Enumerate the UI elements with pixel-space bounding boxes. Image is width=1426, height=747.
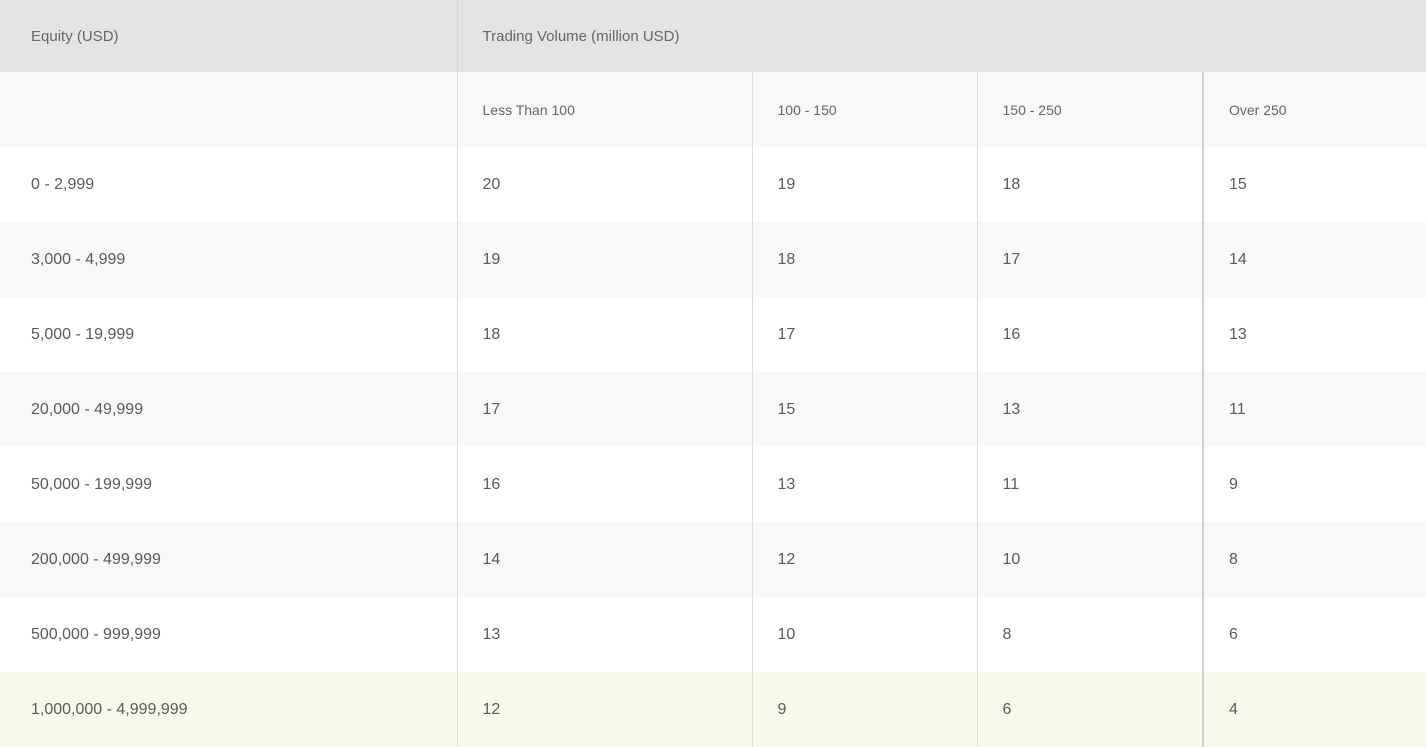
equity-range-cell: 500,000 - 999,999: [0, 597, 457, 672]
value-cell: 18: [751, 222, 977, 297]
volume-subheader-row: Less Than 100 100 - 150 150 - 250 Over 2…: [0, 72, 1426, 147]
value-cell: 4: [1201, 672, 1426, 747]
equity-header: Equity (USD): [0, 0, 457, 72]
table-row: 3,000 - 4,999 19 18 17 14: [0, 222, 1426, 297]
value-cell: 6: [1201, 597, 1426, 672]
equity-range-cell: 0 - 2,999: [0, 147, 457, 222]
table-row: 20,000 - 49,999 17 15 13 11: [0, 372, 1426, 447]
value-cell: 10: [751, 597, 977, 672]
value-cell: 16: [456, 447, 752, 522]
value-cell: 17: [976, 222, 1203, 297]
value-cell: 19: [456, 222, 752, 297]
value-cell: 11: [1201, 372, 1426, 447]
value-cell: 17: [751, 297, 977, 372]
equity-range-cell: 20,000 - 49,999: [0, 372, 457, 447]
value-cell: 13: [456, 597, 752, 672]
table-row: 500,000 - 999,999 13 10 8 6: [0, 597, 1426, 672]
value-cell: 13: [976, 372, 1203, 447]
value-cell: 8: [1201, 522, 1426, 597]
subheader-empty-cell: [0, 72, 457, 147]
volume-column-header: Less Than 100: [456, 72, 752, 147]
value-cell: 15: [751, 372, 977, 447]
equity-range-cell: 200,000 - 499,999: [0, 522, 457, 597]
table-row: 200,000 - 499,999 14 12 10 8: [0, 522, 1426, 597]
fee-table: Equity (USD) Trading Volume (million USD…: [0, 0, 1426, 747]
volume-column-header: 150 - 250: [976, 72, 1203, 147]
equity-range-cell: 1,000,000 - 4,999,999: [0, 672, 457, 747]
table-row-highlighted: 1,000,000 - 4,999,999 12 9 6 4: [0, 672, 1426, 747]
value-cell: 14: [1201, 222, 1426, 297]
value-cell: 18: [976, 147, 1203, 222]
value-cell: 17: [456, 372, 752, 447]
equity-range-cell: 5,000 - 19,999: [0, 297, 457, 372]
value-cell: 20: [456, 147, 752, 222]
table-row: 5,000 - 19,999 18 17 16 13: [0, 297, 1426, 372]
value-cell: 18: [456, 297, 752, 372]
value-cell: 13: [751, 447, 977, 522]
value-cell: 9: [1201, 447, 1426, 522]
table-header-row: Equity (USD) Trading Volume (million USD…: [0, 0, 1426, 72]
value-cell: 15: [1201, 147, 1426, 222]
value-cell: 13: [1201, 297, 1426, 372]
volume-column-header: Over 250: [1201, 72, 1426, 147]
value-cell: 12: [456, 672, 752, 747]
equity-range-cell: 3,000 - 4,999: [0, 222, 457, 297]
value-cell: 19: [751, 147, 977, 222]
volume-column-header: 100 - 150: [751, 72, 977, 147]
value-cell: 6: [976, 672, 1203, 747]
value-cell: 9: [751, 672, 977, 747]
equity-range-cell: 50,000 - 199,999: [0, 447, 457, 522]
value-cell: 10: [976, 522, 1203, 597]
value-cell: 12: [751, 522, 977, 597]
trading-volume-header: Trading Volume (million USD): [456, 0, 1426, 72]
value-cell: 16: [976, 297, 1203, 372]
value-cell: 14: [456, 522, 752, 597]
value-cell: 8: [976, 597, 1203, 672]
table-row: 50,000 - 199,999 16 13 11 9: [0, 447, 1426, 522]
value-cell: 11: [976, 447, 1203, 522]
table-row: 0 - 2,999 20 19 18 15: [0, 147, 1426, 222]
